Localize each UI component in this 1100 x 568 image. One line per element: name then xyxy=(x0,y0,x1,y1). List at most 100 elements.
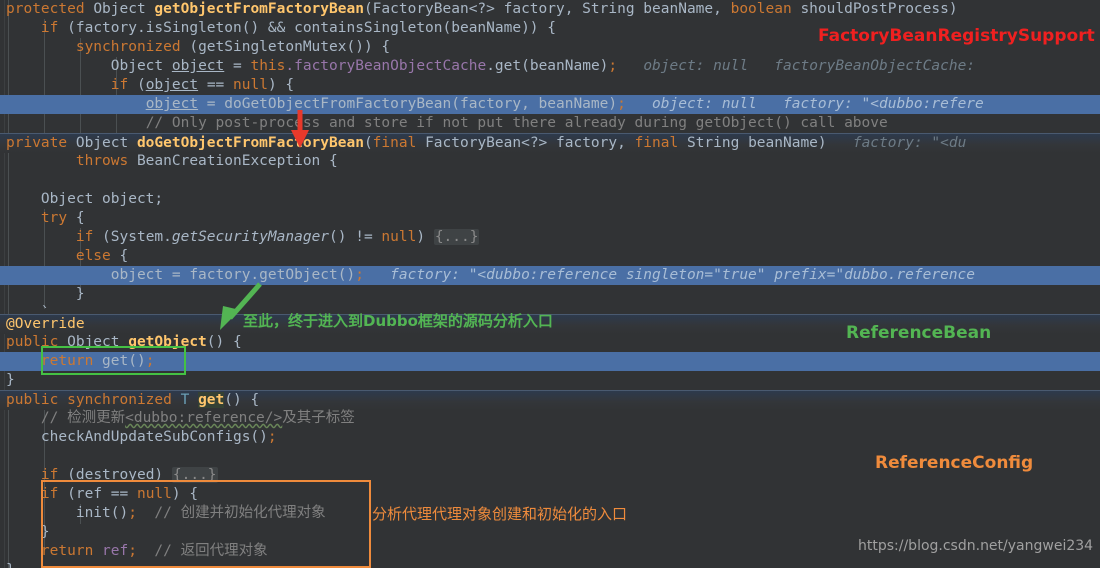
code-editor[interactable]: protected Object getObjectFromFactoryBea… xyxy=(0,0,1100,568)
code-token: ; xyxy=(617,96,626,112)
code-token: public xyxy=(6,334,68,350)
note-proxy-init-note: 分析代理代理对象创建和初始化的入口 xyxy=(372,505,628,523)
code-token: object xyxy=(145,96,199,112)
code-token: { xyxy=(119,248,129,264)
code-token: object = factory.getObject() xyxy=(6,267,356,283)
code-token: null xyxy=(381,229,417,245)
code-line[interactable]: try { xyxy=(0,209,1100,228)
code-token: ref xyxy=(102,543,129,559)
code-token: // Only post-process and store if not pu… xyxy=(145,115,888,131)
code-token: get xyxy=(198,392,225,408)
code-token: factory: "<du xyxy=(826,135,967,151)
code-line[interactable]: throws BeanCreationException { xyxy=(0,152,1100,171)
code-line[interactable]: } xyxy=(0,285,1100,304)
code-token: if xyxy=(40,467,68,483)
code-line[interactable]: else { xyxy=(0,247,1100,266)
code-line[interactable]: Object object; xyxy=(0,190,1100,209)
code-token: getSecurityManager xyxy=(171,229,330,245)
code-line[interactable]: } xyxy=(0,561,1100,568)
code-token: final xyxy=(634,135,687,151)
code-line[interactable]: object = doGetObjectFromFactoryBean(fact… xyxy=(0,95,1100,114)
code-line[interactable]: return get(); xyxy=(0,352,1100,371)
code-token: (getSingletonMutex()) { xyxy=(189,39,391,55)
code-token: = doGetObjectFromFactoryBean(factory, be… xyxy=(198,96,618,112)
code-line[interactable]: checkAndUpdateSubConfigs(); xyxy=(0,428,1100,447)
code-token: get() xyxy=(102,353,146,369)
code-token: Object xyxy=(67,334,129,350)
code-token: ; xyxy=(355,267,364,283)
code-token: @Override xyxy=(6,316,85,332)
code-token: ) { xyxy=(267,77,295,93)
code-line[interactable]: if (System.getSecurityManager() != null)… xyxy=(0,228,1100,247)
code-token: throws xyxy=(75,153,137,169)
code-token: {...} xyxy=(433,229,480,245)
code-token: .factoryBeanObjectCache xyxy=(285,58,487,74)
class-label-factory-bean-registry-support: FactoryBeanRegistrySupport xyxy=(818,26,1095,46)
code-token: (ref == xyxy=(67,486,137,502)
code-token: ; xyxy=(267,429,277,445)
code-token: // 检测更新 xyxy=(6,410,126,426)
code-token: (FactoryBean<?> factory, String beanName… xyxy=(363,1,731,17)
watermark: https://blog.csdn.net/yangwei234 xyxy=(858,538,1094,554)
code-token: try xyxy=(40,210,76,226)
note-dubbo-entry-note: 至此，终于进入到Dubbo框架的源码分析入口 xyxy=(243,312,553,330)
red-down-arrow-icon xyxy=(291,110,309,148)
code-line[interactable]: } xyxy=(0,371,1100,390)
code-line[interactable]: public synchronized T get() { xyxy=(0,390,1100,410)
code-token: } xyxy=(6,562,15,568)
class-label-reference-bean: ReferenceBean xyxy=(846,323,992,343)
code-line[interactable]: if (ref == null) { xyxy=(0,485,1100,504)
code-token: FactoryBean<?> factory, xyxy=(425,135,635,151)
code-line[interactable]: private Object doGetObjectFromFactoryBea… xyxy=(0,133,1100,153)
code-line[interactable]: if (object == null) { xyxy=(0,76,1100,95)
code-token: String beanName) xyxy=(686,135,827,151)
code-token: // 创建并初始化代理对象 xyxy=(136,505,326,521)
code-token: if xyxy=(110,77,137,93)
code-token: 及其子标签 xyxy=(282,410,355,426)
class-label-reference-config: ReferenceConfig xyxy=(875,453,1034,473)
code-token: ) xyxy=(416,229,434,245)
code-token: ; xyxy=(128,543,137,559)
code-token: final xyxy=(372,135,426,151)
code-token: object xyxy=(171,58,225,74)
code-token: (factory.isSingleton() && containsSingle… xyxy=(67,20,556,36)
code-token: protected xyxy=(6,1,94,17)
code-token: ( xyxy=(136,77,146,93)
code-token: object xyxy=(145,77,199,93)
code-line[interactable]: protected Object getObjectFromFactoryBea… xyxy=(0,0,1100,19)
code-line[interactable] xyxy=(0,171,1100,190)
code-token: Object xyxy=(93,1,155,17)
code-token: ; xyxy=(128,505,137,521)
code-token: () != xyxy=(329,229,382,245)
code-token: {...} xyxy=(171,467,218,483)
code-token: factory: "<dubbo:reference singleton="tr… xyxy=(363,267,976,283)
code-token: ; xyxy=(145,353,155,369)
code-token: } xyxy=(6,286,85,302)
code-line[interactable]: // Only post-process and store if not pu… xyxy=(0,114,1100,133)
code-token: } xyxy=(6,524,50,540)
code-token: public synchronized xyxy=(6,392,181,408)
code-token: if xyxy=(40,486,68,502)
code-token: { xyxy=(75,210,85,226)
code-token: null xyxy=(136,486,172,502)
code-token: } xyxy=(6,372,15,388)
code-token: ; xyxy=(608,58,618,74)
code-token: Object xyxy=(75,135,137,151)
code-line[interactable]: object = factory.getObject(); factory: "… xyxy=(0,266,1100,285)
code-token: getObjectFromFactoryBean xyxy=(154,1,364,17)
code-line[interactable]: // 检测更新<dubbo:reference/>及其子标签 xyxy=(0,409,1100,428)
code-token: getObject xyxy=(128,334,207,350)
code-token: null xyxy=(233,77,268,93)
code-line[interactable]: Object object = this.factoryBeanObjectCa… xyxy=(0,57,1100,76)
code-token: () { xyxy=(224,392,260,408)
